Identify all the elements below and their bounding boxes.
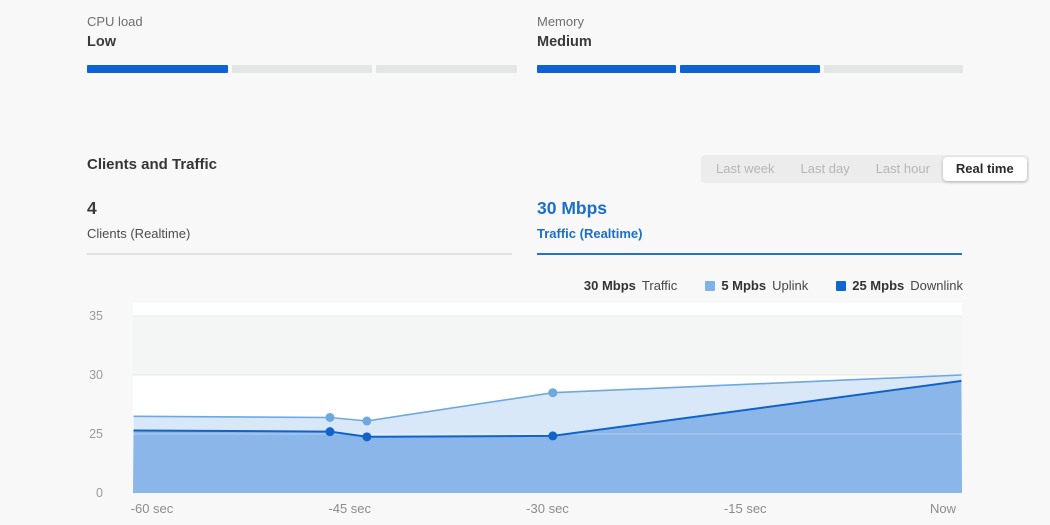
traffic-stat-card[interactable]: 30 Mbps Traffic (Realtime) (537, 197, 962, 255)
y-axis-tick-label: 35 (69, 308, 103, 324)
traffic-stat-value: 30 Mbps (537, 197, 962, 219)
y-axis-tick-label: 30 (69, 367, 103, 383)
cpu-load-label: CPU load (87, 14, 517, 30)
downlink-swatch-icon (836, 281, 846, 291)
memory-label: Memory (537, 14, 963, 30)
tab-real-time[interactable]: Real time (943, 157, 1027, 181)
legend-downlink-value: 25 Mpbs (852, 278, 904, 293)
legend-item-uplink: 5 Mpbs Uplink (705, 278, 808, 293)
memory-value: Medium (537, 32, 963, 52)
memory-bar (537, 65, 963, 73)
cpu-load-bar (87, 65, 517, 73)
cpu-bar-segment (232, 65, 373, 73)
clients-stat-label: Clients (Realtime) (87, 226, 512, 242)
legend-item-traffic: 30 Mbps Traffic (584, 278, 677, 293)
y-axis-tick-label: 0 (69, 485, 103, 501)
chart-legend: 30 Mbps Traffic 5 Mpbs Uplink 25 Mpbs Do… (537, 278, 963, 293)
cpu-bar-segment (376, 65, 517, 73)
cpu-bar-segment (87, 65, 228, 73)
tab-last-day[interactable]: Last day (788, 157, 863, 181)
memory-bar-segment (824, 65, 963, 73)
tab-last-week[interactable]: Last week (703, 157, 788, 181)
uplink-swatch-icon (705, 281, 715, 291)
legend-uplink-label: Uplink (772, 278, 808, 293)
clients-stat-value: 4 (87, 197, 512, 219)
x-axis-tick-label: Now (903, 501, 983, 517)
x-axis-tick-label: -15 sec (705, 501, 785, 517)
memory-bar-segment (680, 65, 819, 73)
memory-bar-segment (537, 65, 676, 73)
section-title: Clients and Traffic (87, 156, 217, 173)
x-axis-tick-label: -60 sec (112, 501, 192, 517)
legend-traffic-value: 30 Mbps (584, 278, 636, 293)
memory-block: Memory Medium (537, 14, 963, 73)
y-axis-tick-label: 25 (69, 426, 103, 442)
legend-uplink-value: 5 Mpbs (721, 278, 766, 293)
cpu-load-value: Low (87, 32, 517, 52)
x-axis-tick-label: -30 sec (508, 501, 588, 517)
time-range-tabs: Last week Last day Last hour Real time (701, 155, 1029, 183)
cpu-load-block: CPU load Low (87, 14, 517, 73)
tab-last-hour[interactable]: Last hour (863, 157, 943, 181)
legend-item-downlink: 25 Mpbs Downlink (836, 278, 963, 293)
clients-stat-card[interactable]: 4 Clients (Realtime) (87, 197, 512, 255)
traffic-stat-label: Traffic (Realtime) (537, 226, 962, 242)
x-axis-tick-label: -45 sec (310, 501, 390, 517)
legend-traffic-label: Traffic (642, 278, 677, 293)
legend-downlink-label: Downlink (910, 278, 963, 293)
traffic-chart[interactable] (0, 0, 1050, 525)
